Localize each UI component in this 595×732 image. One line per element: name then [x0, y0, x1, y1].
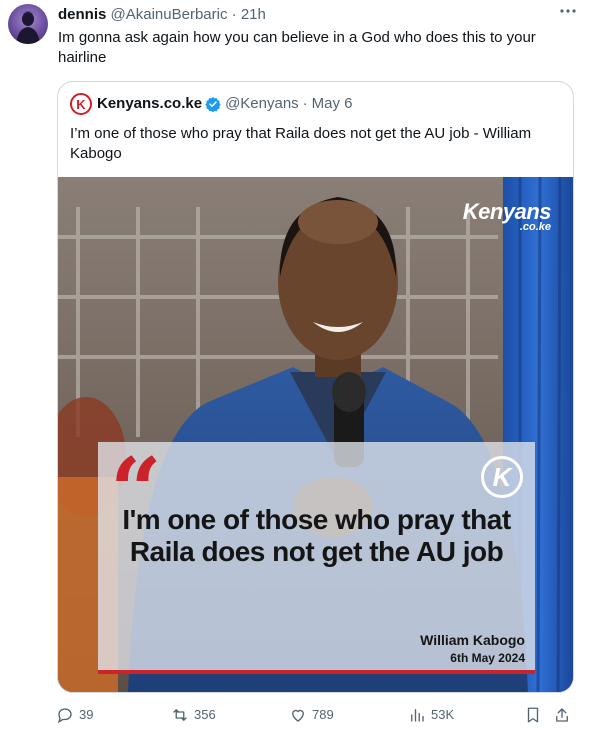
- tweet-time[interactable]: 21h: [241, 6, 266, 23]
- bookmark-button[interactable]: [524, 705, 547, 725]
- quoted-date[interactable]: May 6: [312, 94, 353, 114]
- tweet: dennis @AkainuBerbaric · 21h Im gonna as…: [0, 0, 595, 732]
- bookmark-icon: [527, 707, 539, 723]
- reply-button[interactable]: 39: [56, 705, 93, 725]
- separator-dot: ·: [302, 95, 308, 112]
- heart-icon: [292, 709, 304, 722]
- reply-count: 39: [79, 707, 94, 722]
- quote-card: “ K I'm one of those who pray that Raila…: [98, 442, 535, 674]
- quote-card-text: I'm one of those who pray that Raila doe…: [122, 504, 511, 567]
- k-badge-icon: K: [481, 456, 523, 498]
- repost-button[interactable]: 356: [171, 705, 216, 725]
- badge-letter: K: [492, 461, 512, 492]
- separator-dot: ·: [231, 6, 237, 23]
- attribution-name: William Kabogo: [420, 632, 525, 648]
- kenyans-logo-icon[interactable]: K: [70, 93, 92, 115]
- attribution-date: 6th May 2024: [450, 651, 525, 665]
- repost-icon: [173, 709, 187, 721]
- brand-main: Kenyans: [462, 199, 552, 224]
- logo-letter: K: [76, 96, 86, 112]
- tweet-text: Im gonna ask again how you can believe i…: [58, 29, 536, 66]
- avatar-figure-icon: [16, 11, 40, 44]
- author-handle[interactable]: @AkainuBerbaric: [111, 6, 228, 23]
- avatar[interactable]: [8, 4, 48, 44]
- action-bar: 39 356 789 53K: [56, 705, 576, 727]
- like-count: 789: [312, 707, 334, 722]
- brand-watermark: Kenyans .co.ke: [462, 199, 552, 233]
- accent-bar: [98, 670, 535, 674]
- quoted-author-name[interactable]: Kenyans.co.ke: [97, 94, 202, 114]
- views-chart-icon: [411, 709, 424, 722]
- share-button[interactable]: [553, 705, 576, 725]
- quoted-tweet-text: I’m one of those who pray that Raila doe…: [70, 125, 532, 162]
- quoted-author-handle[interactable]: @Kenyans: [225, 94, 299, 114]
- quoted-tweet-header: K Kenyans.co.ke @Kenyans · May 6: [70, 93, 353, 115]
- repost-count: 356: [194, 707, 216, 722]
- verified-badge-icon: [205, 97, 221, 112]
- more-options-icon[interactable]: [559, 2, 577, 25]
- share-icon: [556, 708, 568, 722]
- author-name[interactable]: dennis: [58, 6, 106, 23]
- like-button[interactable]: 789: [289, 705, 334, 725]
- reply-icon: [57, 708, 72, 724]
- tweet-header: dennis @AkainuBerbaric · 21h: [58, 6, 565, 24]
- views-count: 53K: [431, 707, 455, 722]
- quoted-photo[interactable]: Kenyans .co.ke “ K I'm one of those who …: [58, 177, 573, 692]
- quoted-tweet[interactable]: K Kenyans.co.ke @Kenyans · May 6 I’m one…: [57, 81, 574, 693]
- views-button[interactable]: 53K: [408, 705, 454, 725]
